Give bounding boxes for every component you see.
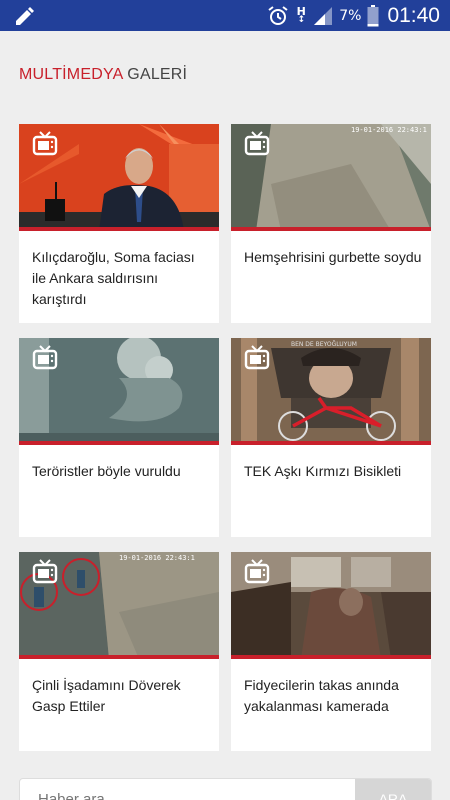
section-title: MULTİMEDYA GALERİ	[19, 66, 187, 84]
card-title[interactable]: Hemşehrisini gurbette soydu	[244, 247, 424, 268]
signal-icon	[314, 6, 333, 25]
card-title[interactable]: Fidyecilerin takas anında yakalanması ka…	[244, 675, 424, 717]
svg-text:BEN DE BEYOĞLUYUM: BEN DE BEYOĞLUYUM	[291, 341, 357, 348]
search-button[interactable]: ARA	[355, 779, 431, 800]
svg-text:19-01-2016 22:43:1: 19-01-2016 22:43:1	[351, 126, 427, 134]
card-thumbnail[interactable]	[19, 124, 219, 231]
gallery-card[interactable]: Teröristler böyle vuruldu	[19, 338, 219, 537]
tv-icon	[244, 559, 270, 584]
card-thumbnail[interactable]: 19-01-2016 22:43:1	[231, 124, 431, 231]
alarm-icon	[268, 5, 288, 25]
gallery-card[interactable]: BEN DE BEYOĞLUYUM TEK Aşkı Kırmızı Bisik…	[231, 338, 431, 537]
tv-icon	[32, 131, 58, 156]
card-title[interactable]: Kılıçdaroğlu, Soma faciası ile Ankara sa…	[32, 247, 212, 310]
search-input[interactable]	[20, 779, 356, 800]
tv-icon	[32, 345, 58, 370]
card-thumbnail[interactable]: BEN DE BEYOĞLUYUM	[231, 338, 431, 445]
card-thumbnail[interactable]	[231, 552, 431, 659]
status-icons: H ↕ 7% 01:40	[267, 0, 440, 31]
battery-percent: 7%	[339, 7, 362, 24]
clock: 01:40	[387, 3, 440, 27]
card-title[interactable]: TEK Aşkı Kırmızı Bisikleti	[244, 461, 424, 482]
card-thumbnail[interactable]: 19-01-2016 22:43:1	[19, 552, 219, 659]
tv-icon	[244, 131, 270, 156]
tv-icon	[32, 559, 58, 584]
card-thumbnail[interactable]	[19, 338, 219, 445]
network-type: H ↕	[296, 4, 306, 25]
gallery-card[interactable]: Kılıçdaroğlu, Soma faciası ile Ankara sa…	[19, 124, 219, 323]
search-bar: ARA	[19, 778, 432, 800]
card-title[interactable]: Teröristler böyle vuruldu	[32, 461, 212, 482]
svg-text:19-01-2016 22:43:1: 19-01-2016 22:43:1	[119, 554, 195, 562]
card-title[interactable]: Çinli İşadamını Döverek Gasp Ettiler	[32, 675, 212, 717]
gallery-card[interactable]: 19-01-2016 22:43:1 Hemşehrisini gurbette…	[231, 124, 431, 323]
tv-icon	[244, 345, 270, 370]
gallery-card[interactable]: Fidyecilerin takas anında yakalanması ka…	[231, 552, 431, 751]
status-bar: H ↕ 7% 01:40	[0, 0, 450, 31]
pencil-icon	[16, 7, 34, 25]
section-title-red: MULTİMEDYA	[19, 66, 123, 83]
gallery-card[interactable]: 19-01-2016 22:43:1 Çinli İşadamını Döver…	[19, 552, 219, 751]
battery-icon	[367, 4, 379, 26]
section-title-dark: GALERİ	[127, 66, 188, 83]
